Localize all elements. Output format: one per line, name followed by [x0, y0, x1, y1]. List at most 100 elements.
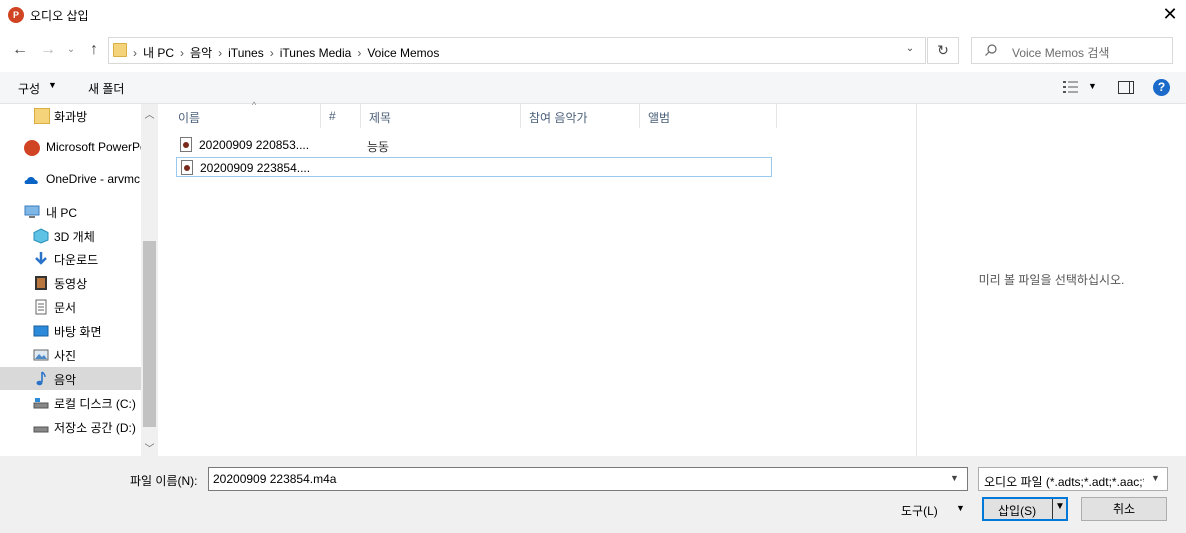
breadcrumb-my-pc[interactable]: 내 PC	[137, 44, 180, 61]
nav-item-music[interactable]: 음악	[0, 367, 141, 390]
cancel-button[interactable]: 취소	[1081, 497, 1167, 521]
nav-item-videos[interactable]: 동영상	[0, 271, 141, 294]
refresh-button[interactable]: ↻	[927, 37, 959, 64]
table-row[interactable]: 20200909 223854....	[176, 157, 772, 177]
file-list: 이름 ^ # 제목 참여 음악가 앨범 20200909 220853.... …	[160, 100, 916, 456]
toolbar: 구성 ▼ 새 폴더 ▼ ?	[0, 72, 1186, 104]
help-icon[interactable]: ?	[1153, 79, 1170, 96]
filename-label: 파일 이름(N):	[130, 474, 198, 488]
nav-item-label: Microsoft PowerPoint	[46, 140, 141, 154]
file-title: 능동	[367, 140, 390, 154]
audio-file-icon	[180, 137, 192, 152]
breadcrumb-music[interactable]: 음악	[184, 44, 218, 61]
caret-down-icon[interactable]: ▼	[1088, 81, 1097, 91]
caret-down-icon[interactable]: ▼	[48, 80, 57, 90]
chevron-down-icon[interactable]: ⌄	[901, 43, 919, 59]
nav-item-storage-d[interactable]: 저장소 공간 (D:)	[0, 415, 141, 438]
file-name: 20200909 220853....	[199, 138, 310, 152]
music-icon	[36, 371, 46, 386]
audio-file-icon	[181, 160, 193, 175]
pc-icon	[24, 205, 40, 218]
sort-ascending-icon: ^	[252, 100, 257, 110]
nav-item-powerpoint[interactable]: Microsoft PowerPoint	[0, 136, 141, 159]
nav-item-documents[interactable]: 문서	[0, 295, 141, 318]
nav-item-label: 화과방	[54, 110, 88, 124]
split-divider	[1052, 499, 1053, 519]
video-icon	[35, 276, 47, 290]
nav-item-desktop[interactable]: 바탕 화면	[0, 319, 141, 342]
nav-item-downloads[interactable]: 다운로드	[0, 247, 141, 270]
up-button[interactable]: ↑	[84, 40, 104, 60]
nav-item-folder[interactable]: 화과방	[0, 104, 141, 127]
nav-item-label: 문서	[54, 301, 77, 315]
chevron-down-icon[interactable]: ﹀	[141, 440, 158, 455]
insert-button[interactable]: 삽입(S) ▼	[982, 497, 1068, 521]
new-folder-button[interactable]: 새 폴더	[88, 80, 124, 97]
nav-item-label: 음악	[54, 373, 77, 387]
nav-item-label: 내 PC	[46, 206, 78, 220]
chevron-down-icon: ▼	[1151, 473, 1160, 483]
forward-button[interactable]: →	[38, 40, 58, 60]
desktop-icon	[33, 325, 49, 337]
onedrive-icon	[24, 177, 38, 184]
file-type-value: 오디오 파일 (*.adts;*.adt;*.aac;*	[984, 475, 1144, 489]
document-icon	[35, 299, 47, 315]
close-button[interactable]: ✕	[1158, 4, 1182, 26]
nav-item-label: 다운로드	[54, 253, 99, 267]
back-button[interactable]: ←	[10, 40, 30, 60]
dialog-footer: 파일 이름(N): ▼ 오디오 파일 (*.adts;*.adt;*.aac;*…	[0, 456, 1186, 533]
nav-item-local-disk-c[interactable]: 로컬 디스크 (C:)	[0, 391, 141, 414]
title-bar: P 오디오 삽입 ✕	[0, 0, 1186, 30]
column-header-name[interactable]: 이름 ^	[170, 100, 321, 128]
navigation-pane: 화과방 Microsoft PowerPoint OneDrive - arvm…	[0, 104, 141, 454]
caret-down-icon[interactable]: ▼	[956, 503, 965, 513]
column-header-number[interactable]: #	[321, 104, 361, 128]
nav-item-3d-objects[interactable]: 3D 개체	[0, 224, 141, 247]
breadcrumb-itunes-media[interactable]: iTunes Media	[274, 46, 358, 60]
insert-label: 삽입(S)	[998, 504, 1037, 518]
table-row[interactable]: 20200909 220853.... 능동	[176, 135, 772, 155]
breadcrumb-itunes[interactable]: iTunes	[222, 46, 270, 60]
breadcrumb-voice-memos[interactable]: Voice Memos	[361, 46, 445, 60]
window-title: 오디오 삽입	[30, 9, 89, 23]
nav-item-onedrive[interactable]: OneDrive - arvmc	[0, 168, 141, 191]
folder-icon	[34, 108, 50, 124]
scroll-thumb[interactable]	[143, 241, 156, 427]
nav-item-label: 로컬 디스크 (C:)	[54, 397, 136, 411]
organize-button[interactable]: 구성	[18, 80, 40, 97]
nav-item-label: 사진	[54, 349, 77, 363]
nav-item-label: OneDrive - arvmc	[46, 172, 141, 186]
caret-down-icon[interactable]: ▼	[1055, 501, 1065, 512]
preview-pane-icon[interactable]	[1118, 81, 1134, 94]
3d-objects-icon	[33, 228, 49, 244]
preview-message: 미리 볼 파일을 선택하십시오.	[978, 273, 1125, 287]
tools-button[interactable]: 도구(L)	[901, 502, 938, 519]
search-placeholder: Voice Memos 검색	[1012, 46, 1110, 60]
nav-item-label: 바탕 화면	[54, 325, 102, 339]
column-header-title[interactable]: 제목	[361, 104, 521, 128]
nav-item-label: 저장소 공간 (D:)	[54, 421, 136, 435]
recent-locations-button[interactable]: ⌄	[64, 40, 78, 60]
download-icon	[35, 252, 47, 265]
drive-icon	[33, 398, 49, 409]
powerpoint-icon	[24, 140, 40, 156]
drive-icon	[33, 426, 49, 433]
column-header-album[interactable]: 앨범	[640, 104, 777, 128]
powerpoint-icon: P	[8, 7, 24, 23]
file-type-select[interactable]: 오디오 파일 (*.adts;*.adt;*.aac;* ▼	[978, 467, 1168, 491]
nav-item-label: 3D 개체	[54, 230, 95, 244]
nav-item-label: 동영상	[54, 277, 88, 291]
nav-item-pictures[interactable]: 사진	[0, 343, 141, 366]
folder-icon	[113, 43, 127, 57]
column-header-artist[interactable]: 참여 음악가	[521, 104, 640, 128]
chevron-up-icon[interactable]: ︿	[141, 106, 158, 121]
chevron-down-icon[interactable]: ▼	[950, 473, 959, 483]
search-input[interactable]: Voice Memos 검색	[971, 37, 1173, 64]
view-options-icon[interactable]	[1062, 80, 1080, 94]
address-bar[interactable]: › 내 PC › 음악 › iTunes › iTunes Media › Vo…	[108, 37, 926, 64]
nav-scrollbar[interactable]: ︿ ﹀	[141, 104, 158, 456]
breadcrumb: › 내 PC › 음악 › iTunes › iTunes Media › Vo…	[133, 44, 445, 61]
nav-item-my-pc[interactable]: 내 PC	[0, 200, 141, 223]
file-name: 20200909 223854....	[200, 161, 311, 175]
filename-input[interactable]	[208, 467, 968, 491]
